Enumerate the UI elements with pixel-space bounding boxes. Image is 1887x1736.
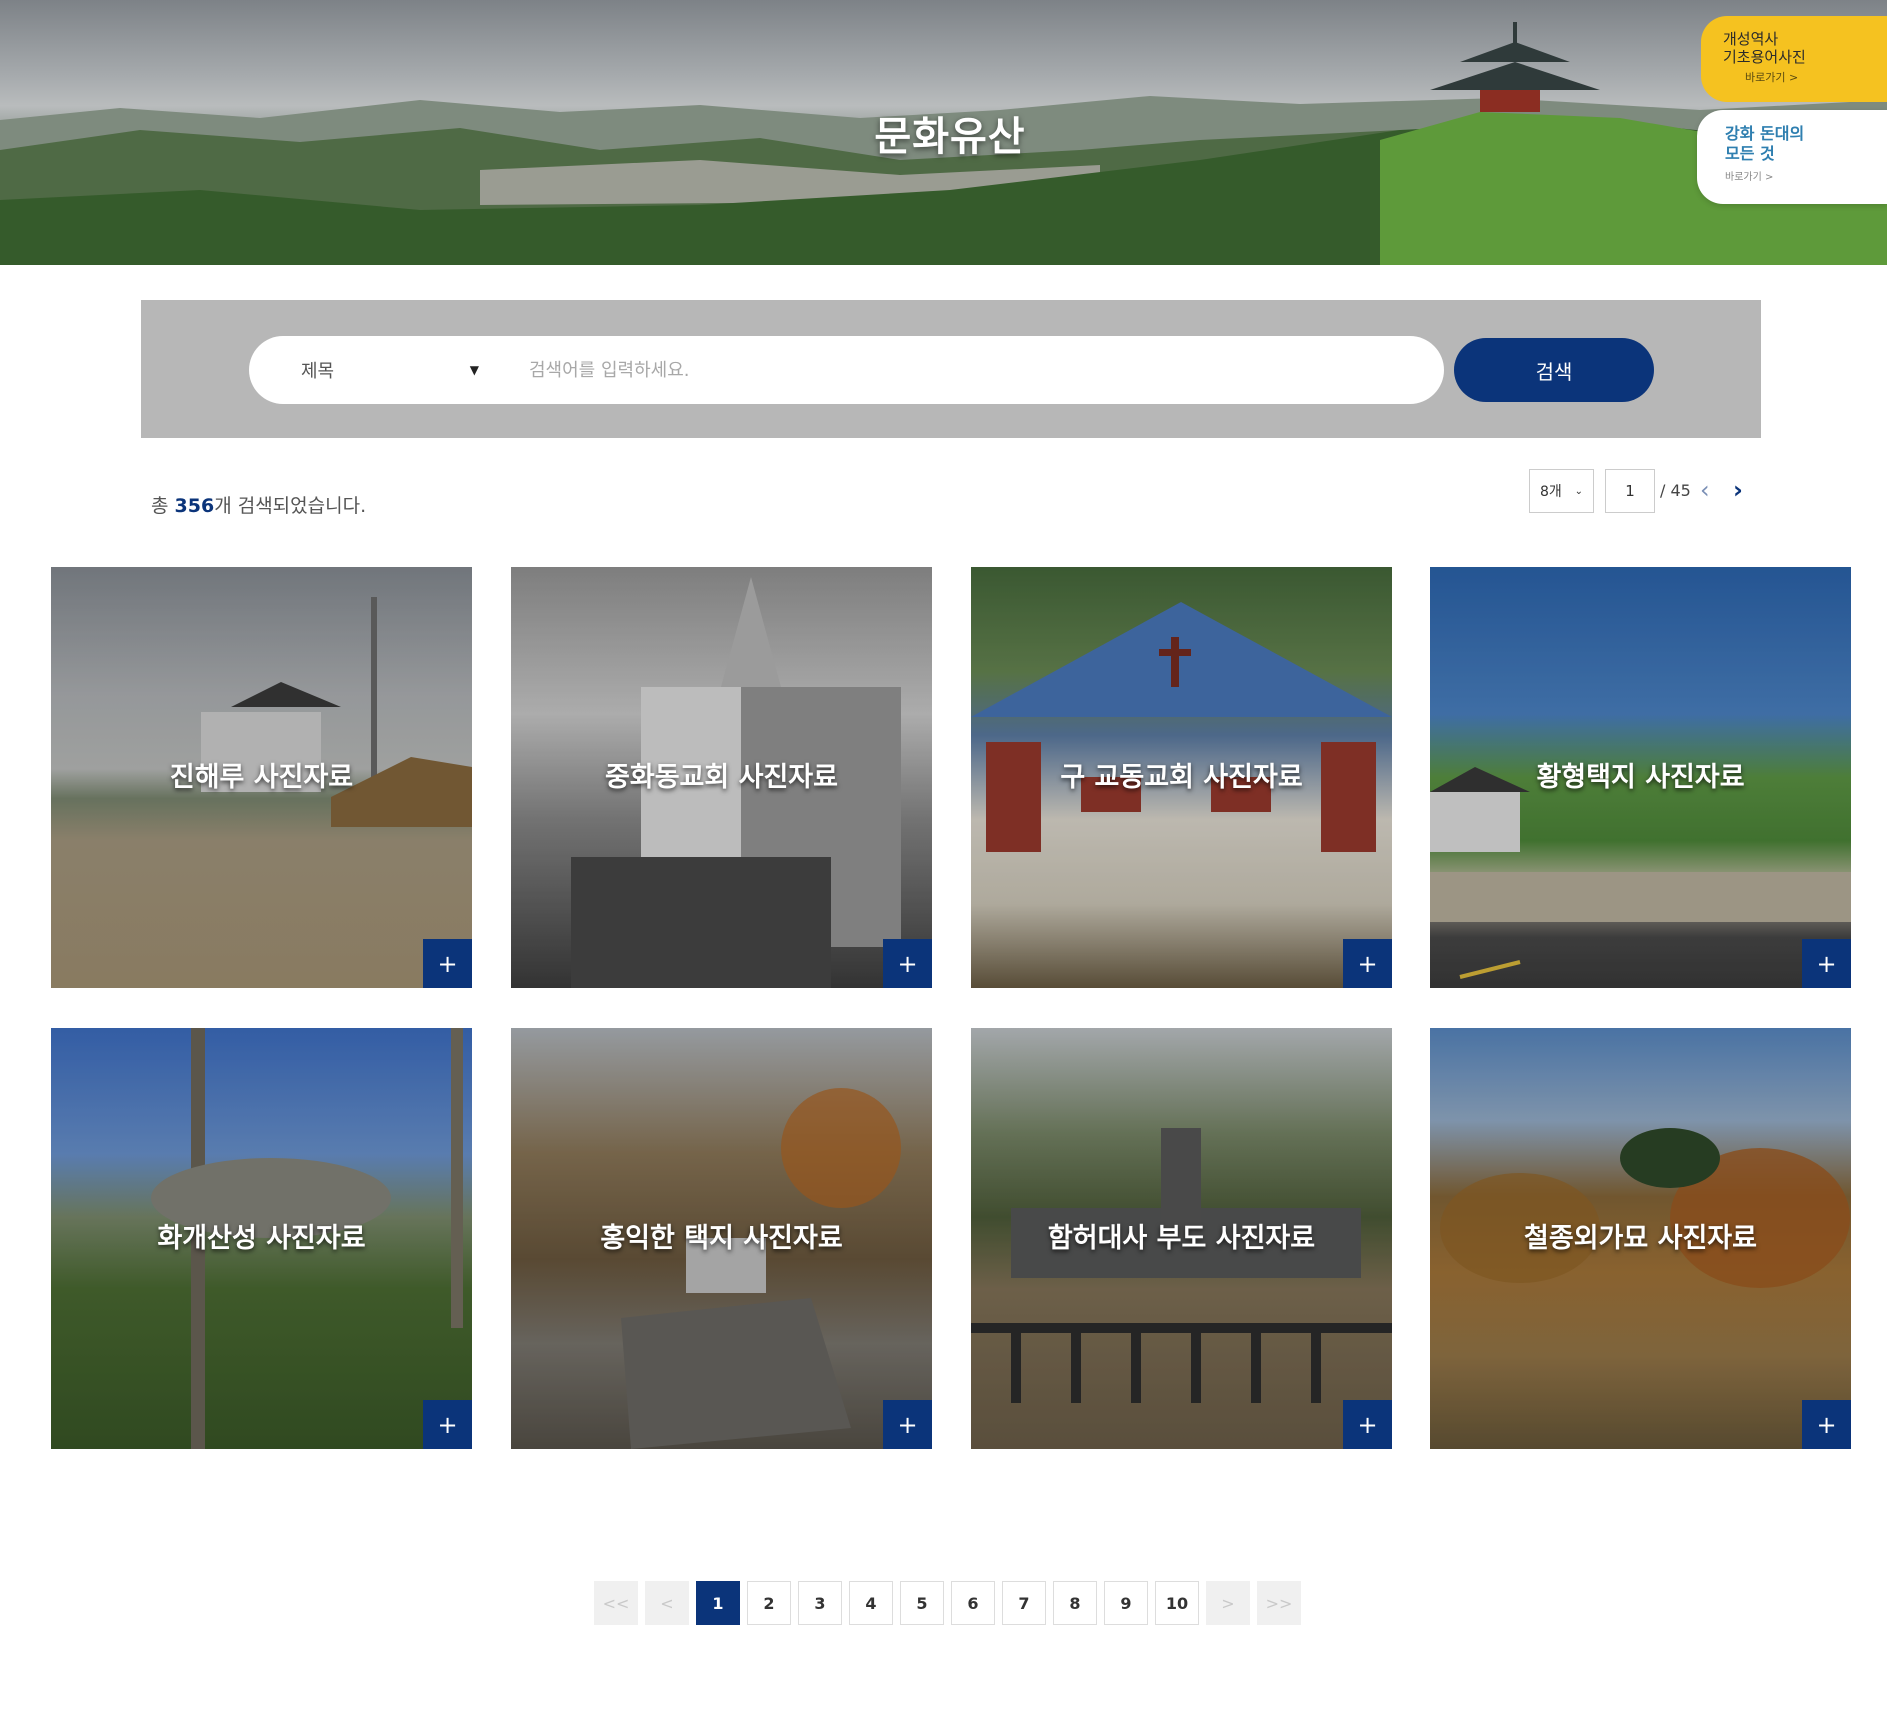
search-field-value: 제목 [301,361,335,382]
result-count: 총 356개 검색되었습니다. [151,491,366,518]
page-button-9[interactable]: 9 [1104,1581,1148,1625]
search-field-select[interactable]: 제목 ▼ [289,336,479,404]
quick-link-kaesong-photos[interactable]: 개성역사 기초용어사진 바로가기 > [1701,16,1887,102]
search-bar: 제목 ▼ [249,336,1444,404]
heritage-card[interactable]: 홍익한 택지 사진자료 + [511,1028,932,1449]
per-page-value: 8개 [1540,484,1562,500]
page-number-input[interactable]: 1 [1605,469,1655,513]
page-button-2[interactable]: 2 [747,1581,791,1625]
heritage-card[interactable]: 함허대사 부도 사진자료 + [971,1028,1392,1449]
quick-link-go: 바로가기 > [1745,71,1799,84]
next-page-button[interactable]: > [1206,1581,1250,1625]
card-title: 황형택지 사진자료 [1536,761,1745,793]
quick-link-line1: 강화 돈대의 [1725,124,1805,143]
plus-icon[interactable]: + [1343,939,1392,988]
heritage-card[interactable]: 중화동교회 사진자료 + [511,567,932,988]
result-count-number: 356 [174,495,215,517]
search-button[interactable]: 검색 [1454,338,1654,402]
search-input[interactable] [529,350,1409,390]
search-panel: 제목 ▼ 검색 [141,300,1761,438]
result-count-suffix: 개 검색되었습니다. [214,495,367,517]
quick-link-line2: 모든 것 [1725,144,1775,163]
hero-banner: 문화유산 개성역사 기초용어사진 바로가기 > 강화 돈대의 모든 것 바로가기… [0,0,1887,265]
page-button-7[interactable]: 7 [1002,1581,1046,1625]
quick-link-dondae[interactable]: 강화 돈대의 모든 것 바로가기 > [1697,110,1887,204]
page-button-1[interactable]: 1 [696,1581,740,1625]
page-button-8[interactable]: 8 [1053,1581,1097,1625]
card-title: 중화동교회 사진자료 [605,761,838,793]
heritage-card[interactable]: 구 교동교회 사진자료 + [971,567,1392,988]
first-page-button[interactable]: << [594,1581,638,1625]
page-button-10[interactable]: 10 [1155,1581,1199,1625]
plus-icon[interactable]: + [1802,939,1851,988]
heritage-card[interactable]: 철종외가묘 사진자료 + [1430,1028,1851,1449]
card-title: 진해루 사진자료 [169,761,354,793]
page-button-3[interactable]: 3 [798,1581,842,1625]
prev-page-icon[interactable]: ‹ [1700,476,1710,504]
result-count-prefix: 총 [151,495,175,517]
page-button-5[interactable]: 5 [900,1581,944,1625]
plus-icon[interactable]: + [423,1400,472,1449]
heritage-card[interactable]: 진해루 사진자료 + [51,567,472,988]
heritage-card[interactable]: 황형택지 사진자료 + [1430,567,1851,988]
chevron-down-icon: ⌄ [1574,485,1583,497]
page-button-4[interactable]: 4 [849,1581,893,1625]
page-title: 문화유산 [874,114,1026,160]
plus-icon[interactable]: + [423,939,472,988]
page-button-6[interactable]: 6 [951,1581,995,1625]
per-page-select[interactable]: 8개 ⌄ [1529,469,1594,513]
plus-icon[interactable]: + [883,939,932,988]
last-page-button[interactable]: >> [1257,1581,1301,1625]
card-title: 철종외가묘 사진자료 [1524,1222,1757,1254]
quick-link-go: 바로가기 > [1725,172,1774,183]
card-title: 구 교동교회 사진자료 [1060,761,1303,793]
quick-link-line1: 개성역사 [1723,30,1779,48]
card-title: 화개산성 사진자료 [157,1222,366,1254]
card-title: 함허대사 부도 사진자료 [1047,1222,1316,1254]
prev-page-button[interactable]: < [645,1581,689,1625]
caret-down-icon: ▼ [469,363,479,377]
plus-icon[interactable]: + [883,1400,932,1449]
quick-link-line2: 기초용어사진 [1723,48,1806,66]
heritage-card[interactable]: 화개산성 사진자료 + [51,1028,472,1449]
next-page-icon[interactable]: › [1733,476,1743,504]
card-title: 홍익한 택지 사진자료 [600,1222,843,1254]
page-total: / 45 [1660,481,1691,500]
pagination: << < 1 2 3 4 5 6 7 8 9 10 > >> [594,1581,1301,1625]
plus-icon[interactable]: + [1343,1400,1392,1449]
plus-icon[interactable]: + [1802,1400,1851,1449]
